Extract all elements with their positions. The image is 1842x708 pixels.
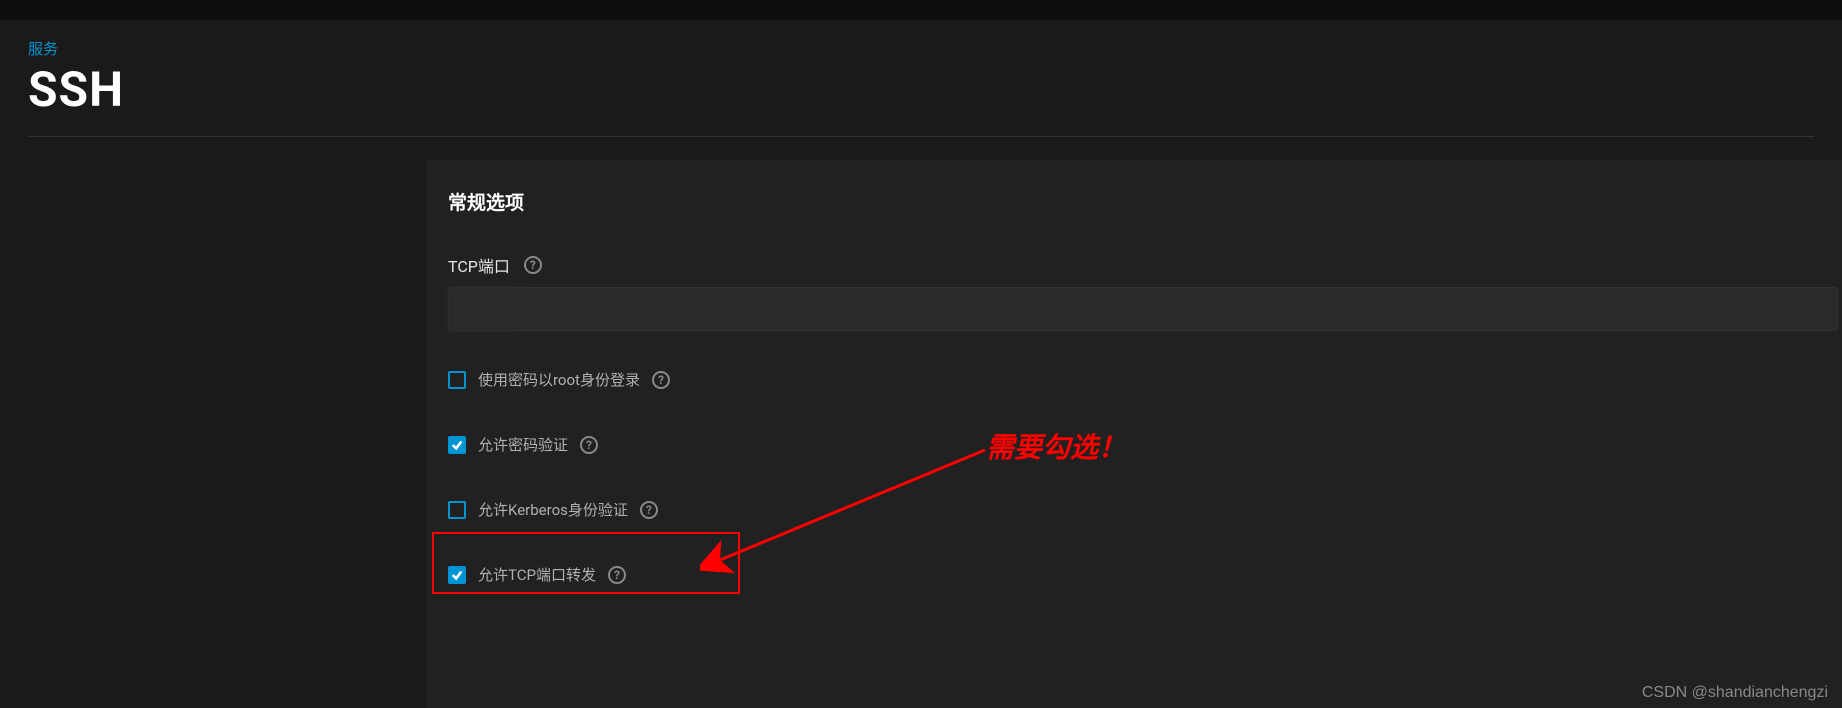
checkbox-label: 使用密码以root身份登录 <box>478 369 640 390</box>
breadcrumb[interactable]: 服务 <box>28 38 1842 59</box>
top-bar <box>0 0 1842 20</box>
checkbox-label: 允许Kerberos身份验证 <box>478 499 628 520</box>
tcp-port-input-wrap <box>448 287 1838 331</box>
help-icon[interactable]: ? <box>524 256 542 274</box>
tcp-port-label: TCP端口 <box>448 253 510 277</box>
panel-title: 常规选项 <box>448 188 1842 215</box>
help-icon[interactable]: ? <box>580 436 598 454</box>
help-icon[interactable]: ? <box>608 566 626 584</box>
help-icon[interactable]: ? <box>640 501 658 519</box>
tcp-port-input[interactable] <box>448 287 1838 331</box>
settings-panel: 常规选项 TCP端口 ? 使用密码以root身份登录 ? 允许密码验证 ? <box>426 160 1842 708</box>
tcp-port-label-row: TCP端口 ? <box>448 253 1842 277</box>
page-header: 服务 SSH <box>0 20 1842 118</box>
header-divider <box>28 136 1814 137</box>
checkbox-allow-password-auth[interactable]: 允许密码验证 ? <box>448 434 1842 455</box>
checkbox-allow-tcp-forwarding[interactable]: 允许TCP端口转发 ? <box>448 564 1842 585</box>
help-icon[interactable]: ? <box>652 371 670 389</box>
checkbox-icon[interactable] <box>448 436 466 454</box>
checkbox-icon[interactable] <box>448 371 466 389</box>
checkbox-icon[interactable] <box>448 566 466 584</box>
checkbox-label: 允许TCP端口转发 <box>478 564 596 585</box>
checkbox-icon[interactable] <box>448 501 466 519</box>
checkbox-label: 允许密码验证 <box>478 434 568 455</box>
watermark: CSDN @shandianchengzi <box>1642 684 1828 702</box>
checkbox-allow-kerberos-auth[interactable]: 允许Kerberos身份验证 ? <box>448 499 1842 520</box>
page-title: SSH <box>28 61 1842 118</box>
checkbox-root-password-login[interactable]: 使用密码以root身份登录 ? <box>448 369 1842 390</box>
